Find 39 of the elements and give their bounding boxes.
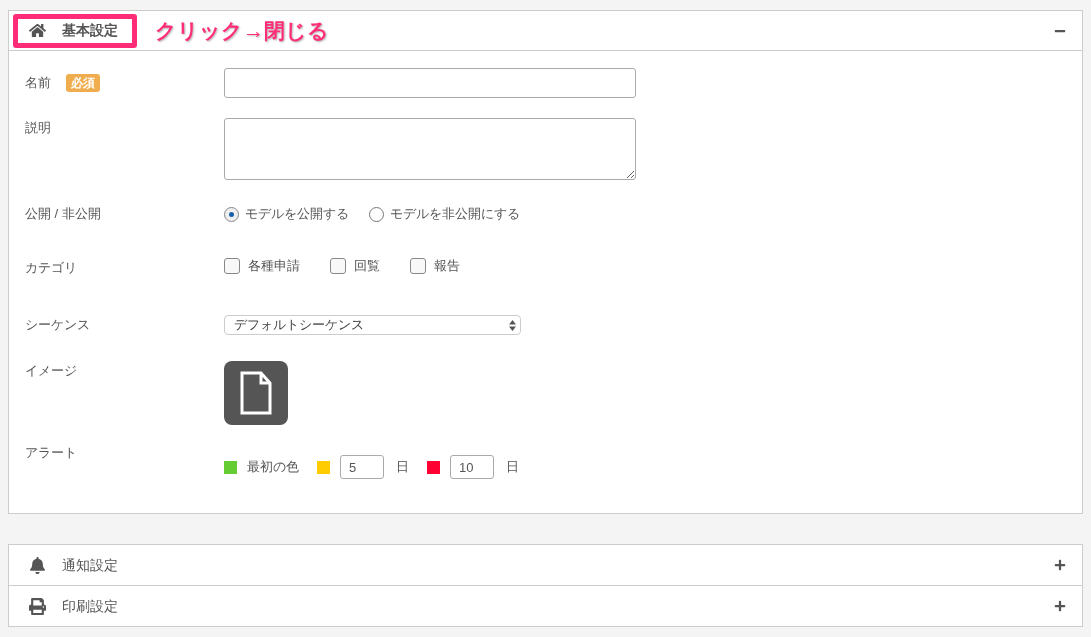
- up-down-arrows-icon: [509, 319, 516, 331]
- checkbox-label: 報告: [434, 257, 460, 276]
- field-label: カテゴリ: [25, 259, 77, 277]
- name-input-field[interactable]: [224, 68, 636, 98]
- radio-button[interactable]: [224, 206, 239, 222]
- document-icon: [240, 371, 272, 415]
- home-icon: [29, 22, 46, 39]
- field-label: イメージ: [25, 362, 77, 380]
- panel-header[interactable]: 基本設定 クリック→閉じる: [9, 11, 1082, 51]
- alert-label: 最初の色: [247, 458, 299, 477]
- radio-label: モデルを公開する: [245, 205, 349, 224]
- description-text-area[interactable]: [224, 118, 636, 180]
- days-unit: 日: [506, 458, 519, 477]
- panel-title: 印刷設定: [62, 596, 118, 616]
- sequence-dropdown[interactable]: デフォルトシーケンス: [224, 315, 521, 335]
- bell-icon: [29, 556, 46, 574]
- checkbox[interactable]: [410, 258, 426, 274]
- field-label: シーケンス: [25, 316, 90, 334]
- checkbox[interactable]: [224, 258, 240, 274]
- days-unit: 日: [396, 458, 409, 477]
- panel-title: 通知設定: [62, 555, 118, 575]
- field-label: アラート: [25, 444, 77, 462]
- panel-title: 基本設定: [62, 21, 118, 40]
- checkbox[interactable]: [330, 258, 346, 274]
- checkbox-label: 各種申請: [248, 257, 300, 276]
- required-tag: 必須: [66, 74, 100, 92]
- annotation-text: クリック→閉じる: [155, 17, 329, 44]
- printer-icon: [29, 597, 46, 615]
- days-input-field[interactable]: 10: [450, 455, 494, 479]
- plus-icon[interactable]: [1054, 559, 1066, 571]
- radio-button[interactable]: [369, 206, 384, 222]
- radio-label: モデルを非公開にする: [390, 205, 520, 224]
- image-thumbnail[interactable]: [224, 361, 288, 425]
- field-label: 説明: [25, 119, 51, 137]
- plus-icon[interactable]: [1054, 600, 1066, 612]
- days-input-field[interactable]: 5: [340, 455, 384, 479]
- field-label: 名前: [25, 74, 51, 92]
- field-label: 公開 / 非公開: [25, 205, 101, 223]
- checkbox-label: 回覧: [354, 257, 380, 276]
